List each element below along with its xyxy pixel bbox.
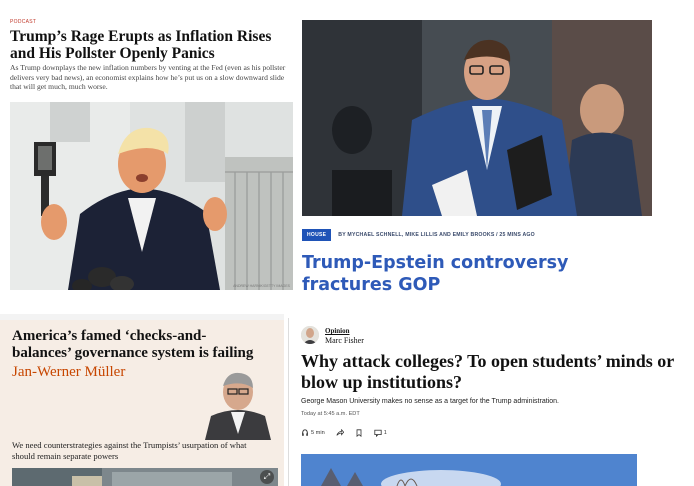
author-name[interactable]: Marc Fisher	[325, 336, 364, 345]
article-headline[interactable]: Trump’s Rage Erupts as Inflation Rises a…	[10, 28, 290, 62]
article-dek: George Mason University makes no sense a…	[301, 398, 559, 405]
section-tag[interactable]: HOUSE	[302, 229, 332, 241]
article-photo[interactable]: ANDREW HARNIK/GETTY IMAGES	[10, 102, 293, 290]
trump-photo-illustration	[10, 102, 293, 290]
share-button[interactable]	[336, 429, 344, 437]
avatar-illustration	[301, 326, 319, 344]
headphones-icon	[302, 429, 308, 436]
article-timestamp: Today at 5:45 a.m. EDT	[301, 411, 360, 417]
photo-credit: ANDREW HARNIK/GETTY IMAGES	[233, 284, 290, 288]
expand-icon[interactable]: ⤢	[260, 470, 274, 484]
article-byline: BY MYCHAEL SCHNELL, MIKE LILLIS AND EMIL…	[338, 232, 535, 238]
author-avatar	[301, 326, 319, 344]
listen-duration: 5 min	[311, 430, 325, 436]
article-headline[interactable]: America’s famed ‘checks-and-balances’ go…	[12, 328, 262, 362]
comments-button[interactable]: 1	[374, 429, 387, 437]
article-photo[interactable]	[302, 20, 652, 216]
listen-button[interactable]: 5 min	[301, 429, 325, 437]
article-headline[interactable]: Trump-Epstein controversy fractures GOP	[302, 252, 602, 296]
article-actions: 5 min 1	[301, 429, 387, 437]
comment-icon	[374, 429, 382, 437]
bookmark-icon	[356, 429, 362, 437]
article-kicker[interactable]: PODCAST	[10, 19, 36, 25]
author-portrait-illustration	[201, 364, 275, 440]
article-photo[interactable]: ⤢	[12, 468, 278, 486]
tnr-article-card[interactable]: PODCAST Trump’s Rage Erupts as Inflation…	[0, 0, 296, 306]
hill-article-card[interactable]: HOUSE BY MYCHAEL SCHNELL, MIKE LILLIS AN…	[296, 0, 694, 306]
share-icon	[336, 429, 344, 436]
author-portrait	[201, 364, 275, 440]
article-meta: HOUSE BY MYCHAEL SCHNELL, MIKE LILLIS AN…	[302, 229, 535, 241]
save-button[interactable]	[355, 429, 363, 437]
guardian-opinion-card[interactable]: America’s famed ‘checks-and-balances’ go…	[0, 314, 284, 486]
article-dek: As Trump downplays the new inflation num…	[10, 63, 286, 91]
wapo-opinion-card[interactable]: Opinion Marc Fisher Why attack colleges?…	[288, 318, 694, 486]
comment-count: 1	[383, 430, 387, 436]
street-photo-illustration	[12, 468, 278, 486]
article-trail: We need counterstrategies against the Tr…	[12, 440, 247, 461]
article-photo[interactable]	[301, 454, 637, 486]
section-label[interactable]: Opinion	[325, 327, 350, 335]
article-headline[interactable]: Why attack colleges? To open students’ m…	[301, 351, 693, 393]
campus-photo-illustration	[301, 454, 637, 486]
author-name[interactable]: Jan-Werner Müller	[12, 364, 125, 381]
johnson-photo-illustration	[302, 20, 652, 216]
